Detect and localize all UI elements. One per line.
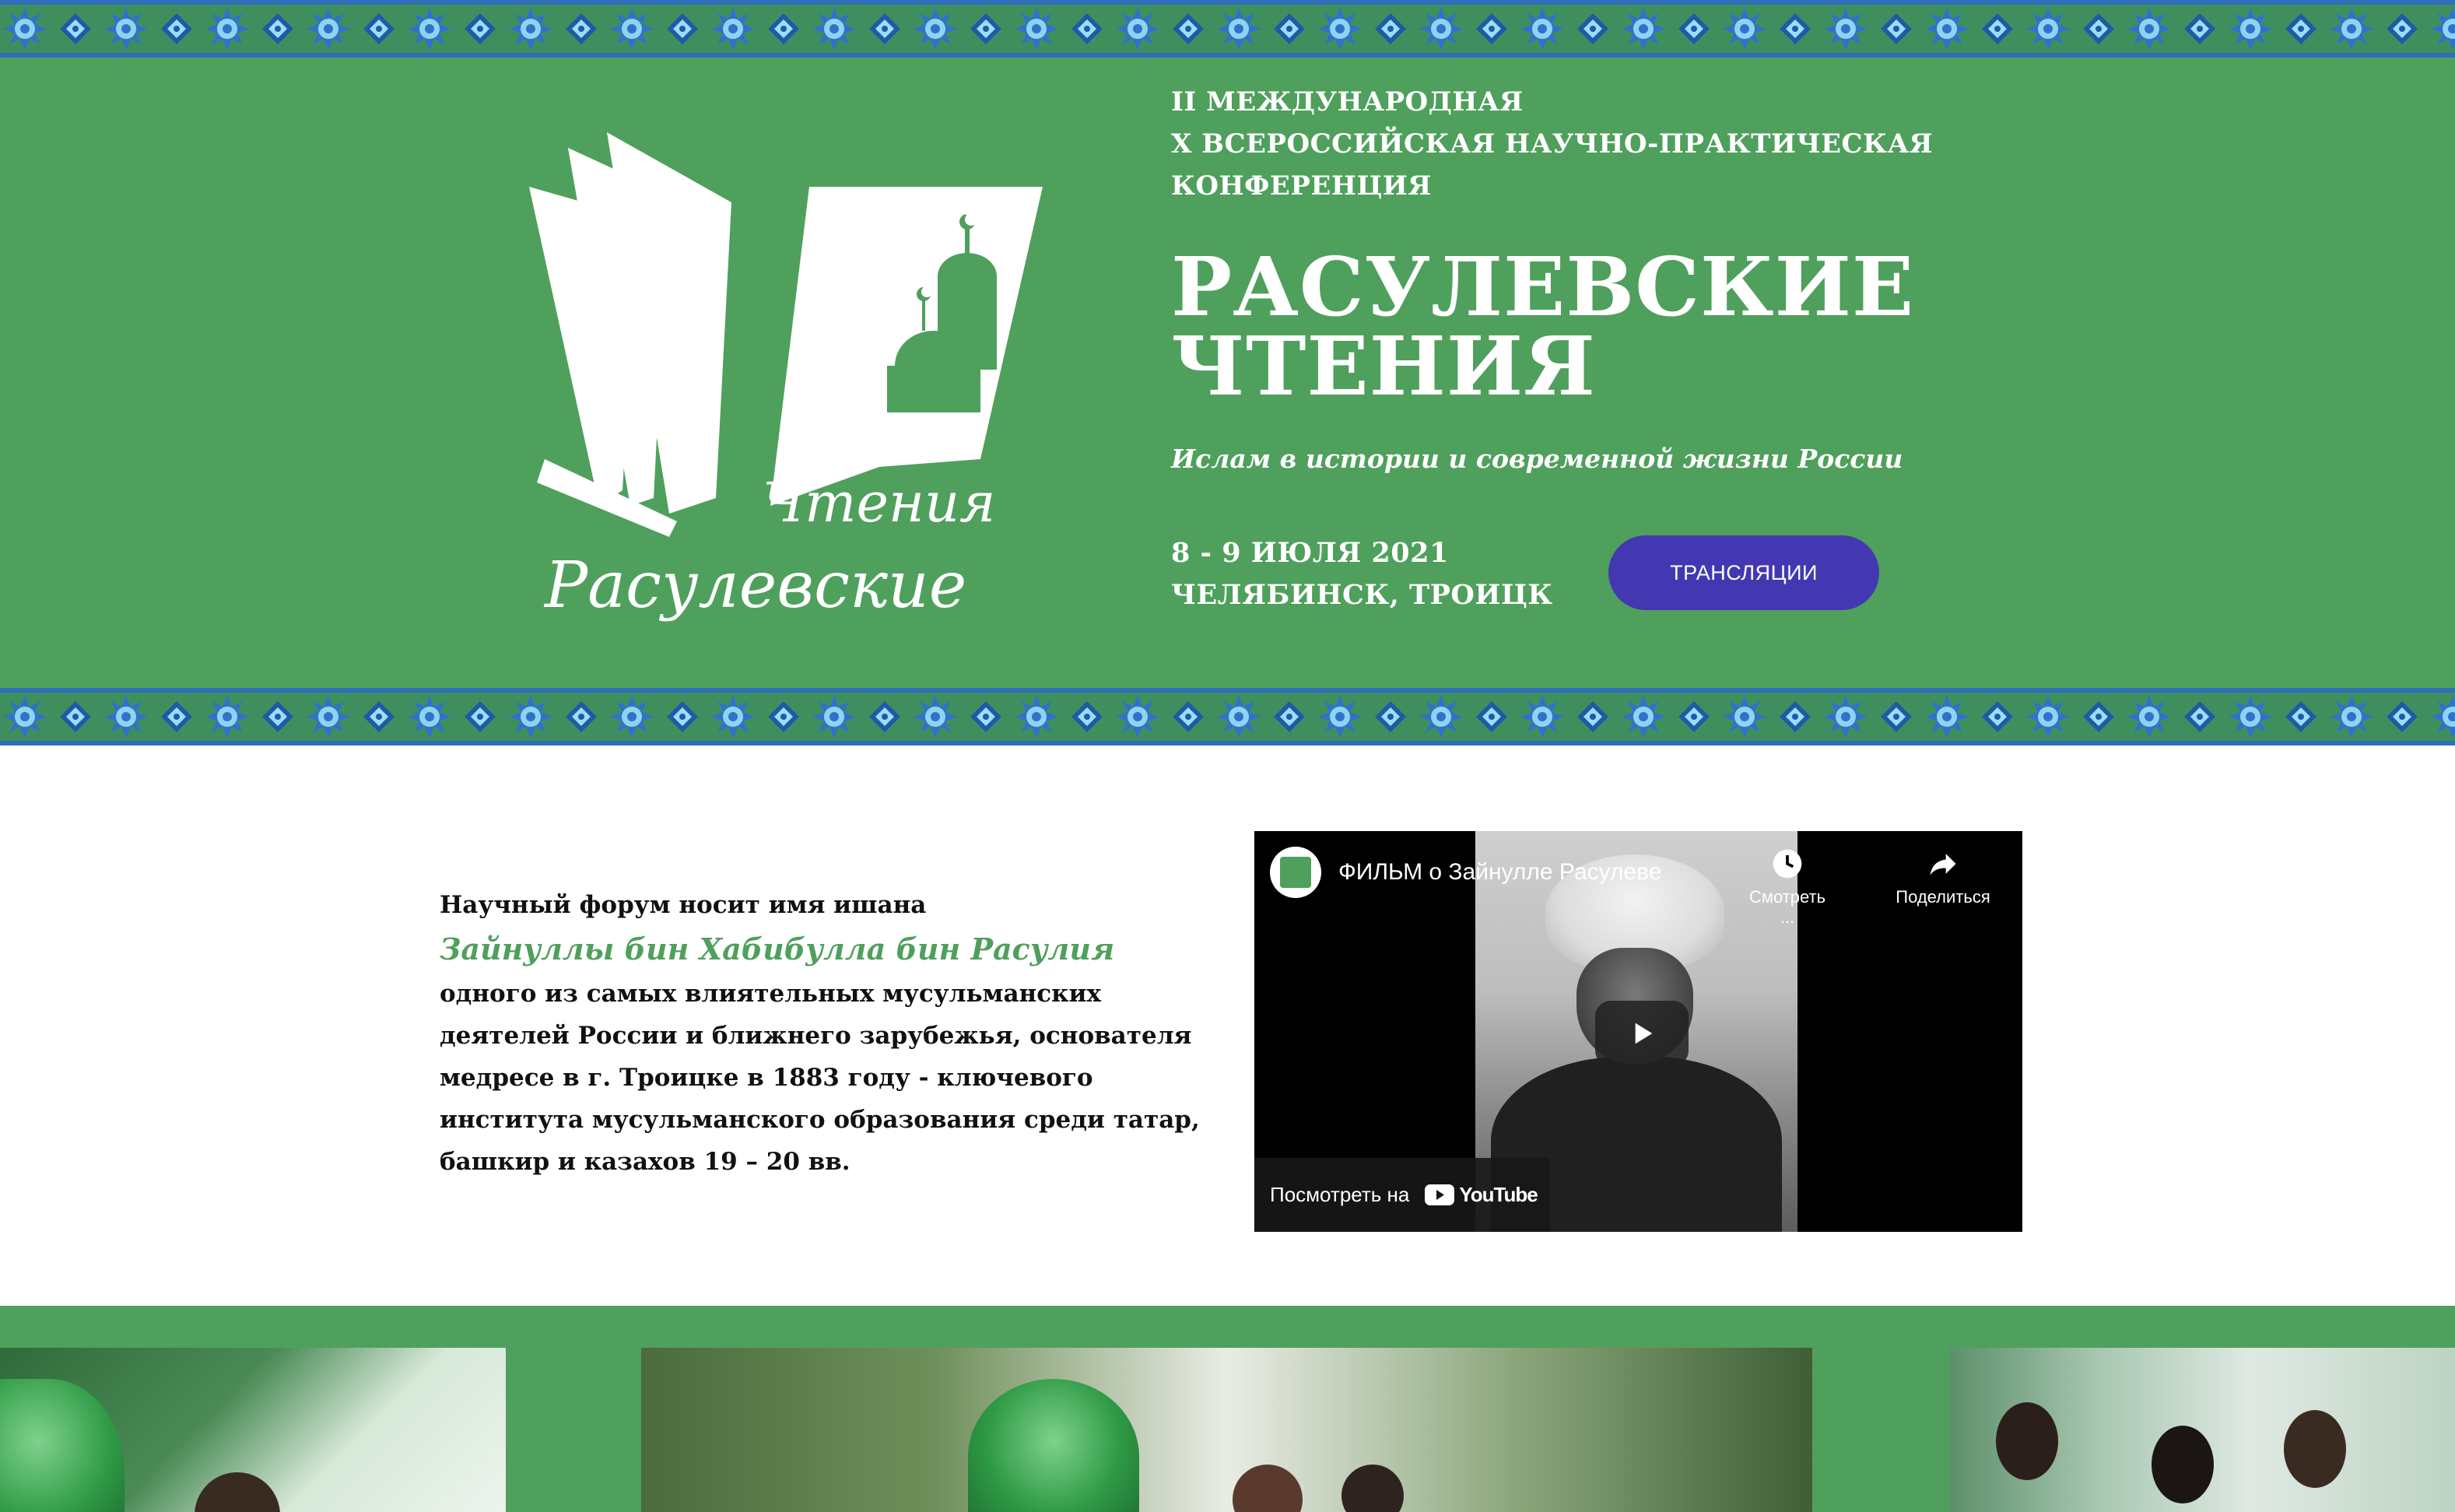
- conference-subtitle: Ислам в истории и современной жизни Росс…: [1171, 444, 1903, 474]
- about-intro: Научный форум носит имя ишана: [440, 891, 927, 919]
- share-arrow-icon: [1877, 847, 2009, 884]
- share-label: Поделиться: [1896, 887, 1990, 907]
- title-line-1: РАСУЛЕВСКИЕ: [1171, 239, 1915, 335]
- about-description: одного из самых влиятельных мусульмански…: [440, 980, 1200, 1176]
- gallery-photo-left[interactable]: [0, 1348, 506, 1512]
- page-title: РАСУЛЕВСКИЕ ЧТЕНИЯ: [1171, 239, 1915, 414]
- share-button[interactable]: Поделиться: [1877, 847, 2009, 907]
- ornament-border-bottom: [0, 688, 2455, 745]
- video-title[interactable]: ФИЛЬМ о Зайнулле Расулеве: [1338, 859, 1661, 886]
- title-line-2: ЧТЕНИЯ: [1171, 318, 1596, 414]
- watch-on-youtube-link[interactable]: Посмотреть на YouTube: [1254, 1158, 1550, 1232]
- watch-on-label: Посмотреть на: [1270, 1183, 1410, 1206]
- svg-text:Расулевские: Расулевские: [543, 549, 966, 623]
- ornament-border-top: [0, 0, 2455, 58]
- watch-later-label: Смотреть ...: [1748, 887, 1826, 927]
- event-date: 8 - 9 ИЮЛЯ 2021: [1171, 537, 1449, 569]
- rasulev-readings-logo: Чтения Расулевские: [529, 132, 1043, 623]
- watch-later-button[interactable]: Смотреть ...: [1745, 847, 1830, 928]
- about-text: Научный форум носит имя ишана Зайнуллы б…: [440, 884, 1233, 1183]
- youtube-play-icon: [1425, 1184, 1455, 1205]
- gallery-photo-center[interactable]: [641, 1348, 1812, 1512]
- event-location: ЧЕЛЯБИНСК, ТРОИЦК: [1171, 579, 1553, 611]
- founder-name: Зайнуллы бин Хабибулла бин Расулия: [440, 931, 1115, 966]
- photo-gallery: [0, 1306, 2455, 1512]
- youtube-wordmark: YouTube: [1459, 1183, 1538, 1206]
- conference-line-3: КОНФЕРЕНЦИЯ: [1171, 170, 1432, 202]
- youtube-video-embed[interactable]: ФИЛЬМ о Зайнулле Расулеве Смотреть ... П…: [1254, 831, 2022, 1232]
- broadcasts-button[interactable]: ТРАНСЛЯЦИИ: [1608, 535, 1879, 610]
- youtube-logo: YouTube: [1425, 1183, 1538, 1207]
- play-icon: [1635, 1023, 1653, 1044]
- conference-line-1: II МЕЖДУНАРОДНАЯ: [1171, 86, 1524, 118]
- channel-avatar[interactable]: [1270, 847, 1321, 898]
- conference-subheading: II МЕЖДУНАРОДНАЯ X ВСЕРОССИЙСКАЯ НАУЧНО-…: [1171, 81, 1949, 207]
- about-section: Научный форум носит имя ишана Зайнуллы б…: [0, 745, 2455, 1306]
- hero-banner: Чтения Расулевские II МЕЖДУНАРОДНАЯ X ВС…: [0, 0, 2455, 745]
- conference-line-2: X ВСЕРОССИЙСКАЯ НАУЧНО-ПРАКТИЧЕСКАЯ: [1171, 128, 1934, 160]
- play-button[interactable]: [1595, 1001, 1689, 1066]
- svg-text:Чтения: Чтения: [763, 471, 995, 535]
- gallery-photo-right[interactable]: [1949, 1348, 2455, 1512]
- clock-icon: [1745, 847, 1830, 884]
